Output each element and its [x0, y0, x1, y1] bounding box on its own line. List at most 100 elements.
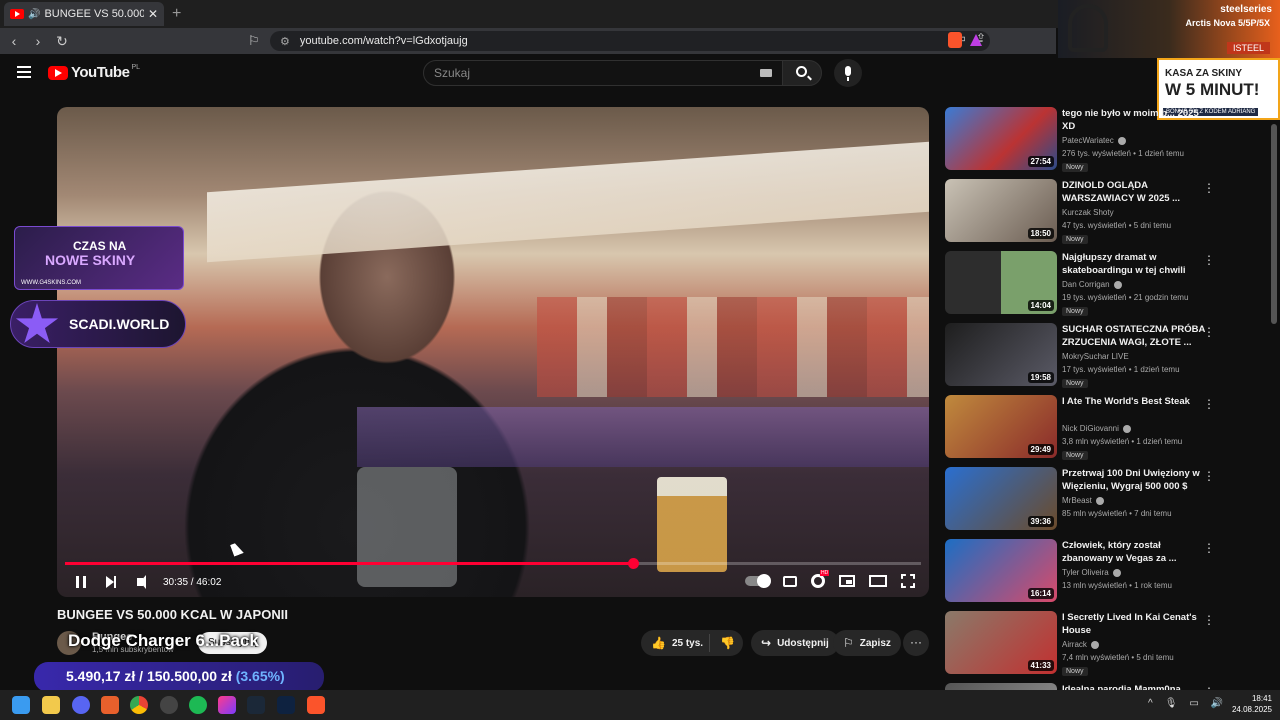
recommendation-channel-name: Tyler Oliveira [1062, 568, 1109, 577]
clock[interactable]: 18:41 24.08.2025 [1232, 693, 1272, 715]
recommendation-thumbnail[interactable]: 27:54 [945, 107, 1057, 170]
more-options-icon[interactable]: ⋮ [1203, 253, 1215, 267]
recommendation-title[interactable]: Człowiek, który został zbanowany w Vegas… [1062, 539, 1207, 565]
duration-badge: 29:49 [1027, 444, 1054, 455]
menu-icon[interactable] [17, 66, 31, 78]
recommendation-channel[interactable]: MokrySuchar LIVE [1062, 352, 1129, 361]
volume-icon[interactable] [137, 575, 146, 589]
windows-start-icon[interactable] [12, 696, 30, 714]
file-explorer-icon[interactable] [42, 696, 60, 714]
more-options-icon[interactable]: ⋮ [1203, 541, 1215, 555]
recommendation-channel[interactable]: PatecWariatec [1062, 136, 1126, 145]
fullscreen-icon[interactable] [901, 574, 915, 588]
recommendation-item[interactable]: 27:54 tego nie było w moim b... 2025 XD Pa… [945, 107, 1265, 172]
progress-knob[interactable] [628, 558, 640, 569]
verified-icon [1113, 280, 1122, 289]
recommendation-title[interactable]: SUCHAR OSTATECZNA PRÓBA ZRZUCENIA WAGI, … [1062, 323, 1207, 349]
recommendation-item[interactable]: 14:04 Najgłupszy dramat w skateboardingu … [945, 251, 1265, 316]
recommendation-thumbnail[interactable]: 16:14 [945, 539, 1057, 602]
site-info-icon[interactable]: ⚙ [280, 35, 290, 48]
like-button[interactable]: 👍 25 tys. [641, 636, 709, 650]
more-options-icon[interactable]: ⋮ [1203, 397, 1215, 411]
browser-toolbar: ‹ › ↻ ⚐ ⚙ youtube.com/watch?v=lGdxotjauj… [0, 28, 1056, 54]
brave-rewards-icon[interactable] [970, 34, 982, 46]
recommendation-item[interactable]: 18:50 DZINOLD OGLĄDA WARSZAWIACY W 2025 .… [945, 179, 1265, 244]
speaker-icon[interactable]: 🔊 [28, 9, 40, 20]
theater-mode-icon[interactable] [869, 575, 887, 587]
recommendation-title[interactable]: DZINOLD OGLĄDA WARSZAWIACY W 2025 ... [1062, 179, 1207, 205]
recommendation-thumbnail[interactable]: 29:49 [945, 395, 1057, 458]
app-a-icon[interactable] [101, 696, 119, 714]
youtube-logo[interactable]: YouTube PL [48, 64, 140, 81]
autoplay-toggle[interactable] [745, 574, 771, 588]
search-button[interactable] [782, 60, 822, 86]
address-bar[interactable]: ⚙ youtube.com/watch?v=lGdxotjaujg [270, 31, 990, 51]
miniplayer-icon[interactable] [839, 575, 855, 587]
recommendation-title[interactable]: Najgłupszy dramat w skateboardingu w tej… [1062, 251, 1207, 277]
search-input[interactable]: Szukaj [423, 60, 783, 86]
chevron-up-icon[interactable]: ^ [1148, 698, 1153, 709]
recommendation-title[interactable]: tego nie było w moim b... 2025 XD [1062, 107, 1207, 133]
app-gradient-icon[interactable] [218, 696, 236, 714]
recommendation-title[interactable]: I Ate The World's Best Steak [1062, 395, 1207, 408]
new-tab-button[interactable]: + [172, 5, 181, 23]
keyboard-icon[interactable] [760, 69, 772, 77]
recommendation-thumbnail[interactable]: 39:36 [945, 467, 1057, 530]
next-icon[interactable] [106, 576, 116, 588]
dislike-button[interactable]: 👎 [710, 636, 735, 650]
brave-browser-icon[interactable] [307, 696, 325, 714]
chrome-icon[interactable] [130, 696, 148, 714]
like-dislike-group: 👍 25 tys. 👎 [641, 630, 743, 656]
recommendation-thumbnail[interactable]: 14:04 [945, 251, 1057, 314]
more-options-icon[interactable]: ⋮ [1203, 181, 1215, 195]
video-player[interactable]: 30:35 / 46:02 HD [57, 107, 929, 597]
lightroom-icon[interactable] [277, 696, 295, 714]
browser-tab[interactable]: 🔊 BUNGEE VS 50.000 KCAL W J ✕ [4, 2, 164, 26]
network-icon[interactable]: ▭ [1189, 698, 1198, 709]
more-options-icon[interactable]: ⋮ [1203, 325, 1215, 339]
recommendation-thumbnail[interactable]: 41:33 [945, 611, 1057, 674]
recommendation-channel[interactable]: Nick DiGiovanni [1062, 424, 1131, 433]
recommendation-channel-name: Nick DiGiovanni [1062, 424, 1119, 433]
back-icon[interactable]: ‹ [4, 33, 24, 49]
recommendation-item[interactable]: 39:36 Przetrwaj 100 Dni Uwięziony w Więzi… [945, 467, 1265, 531]
more-options-icon[interactable]: ⋮ [1203, 469, 1215, 483]
save-button[interactable]: ⚐ Zapisz [833, 630, 901, 656]
recommendation-channel[interactable]: Tyler Oliveira [1062, 568, 1121, 577]
recommendation-item[interactable]: 19:58 SUCHAR OSTATECZNA PRÓBA ZRZUCENIA W… [945, 323, 1265, 388]
close-tab-icon[interactable]: ✕ [148, 7, 158, 21]
bookmark-icon[interactable]: ⚐ [248, 33, 260, 49]
voice-search-icon[interactable] [834, 59, 862, 87]
steelseries-ad: steelseries Arctis Nova 5/5P/5X ISTEEL [1058, 0, 1280, 58]
recommendation-channel[interactable]: Dan Corrigan [1062, 280, 1122, 289]
progress-bar[interactable] [65, 558, 921, 569]
recommendation-channel[interactable]: Kurczak Shoty [1062, 208, 1114, 217]
recommendation-channel-name: MrBeast [1062, 496, 1092, 505]
forward-icon[interactable]: › [28, 33, 48, 49]
reload-icon[interactable]: ↻ [52, 33, 72, 50]
microphone-icon[interactable]: 🎙 [1165, 698, 1178, 709]
page-scrollbar[interactable] [1271, 124, 1277, 324]
recommendation-title[interactable]: I Secretly Lived In Kai Cenat's House [1062, 611, 1207, 637]
recommendation-title[interactable]: Przetrwaj 100 Dni Uwięziony w Więzieniu,… [1062, 467, 1207, 493]
recommendation-item[interactable]: 16:14 Człowiek, który został zbanowany w … [945, 539, 1265, 603]
recommendation-channel[interactable]: MrBeast [1062, 496, 1104, 505]
share-button[interactable]: ↪ Udostępnij [751, 630, 839, 656]
settings-icon[interactable]: HD [811, 570, 830, 588]
brave-shield-icon[interactable] [948, 32, 962, 48]
recommendation-channel[interactable]: Airrack [1062, 640, 1099, 649]
steam-icon[interactable] [247, 696, 265, 714]
recommendation-item[interactable]: 29:49 I Ate The World's Best Steak Nick Di… [945, 395, 1265, 460]
recommendation-thumbnail[interactable]: 18:50 [945, 179, 1057, 242]
more-actions-button[interactable]: ··· [903, 630, 929, 656]
volume-tray-icon[interactable]: 🔊 [1211, 698, 1223, 709]
pause-icon[interactable] [76, 576, 86, 588]
subtitles-icon[interactable] [783, 575, 797, 587]
discord-icon[interactable] [72, 696, 90, 714]
recommendation-thumbnail[interactable]: 19:58 [945, 323, 1057, 386]
more-options-icon[interactable]: ⋮ [1203, 613, 1215, 627]
spotify-icon[interactable] [189, 696, 207, 714]
obs-icon[interactable] [160, 696, 178, 714]
verified-icon [1117, 136, 1126, 145]
recommendation-item[interactable]: 41:33 I Secretly Lived In Kai Cenat's Hou… [945, 611, 1265, 676]
